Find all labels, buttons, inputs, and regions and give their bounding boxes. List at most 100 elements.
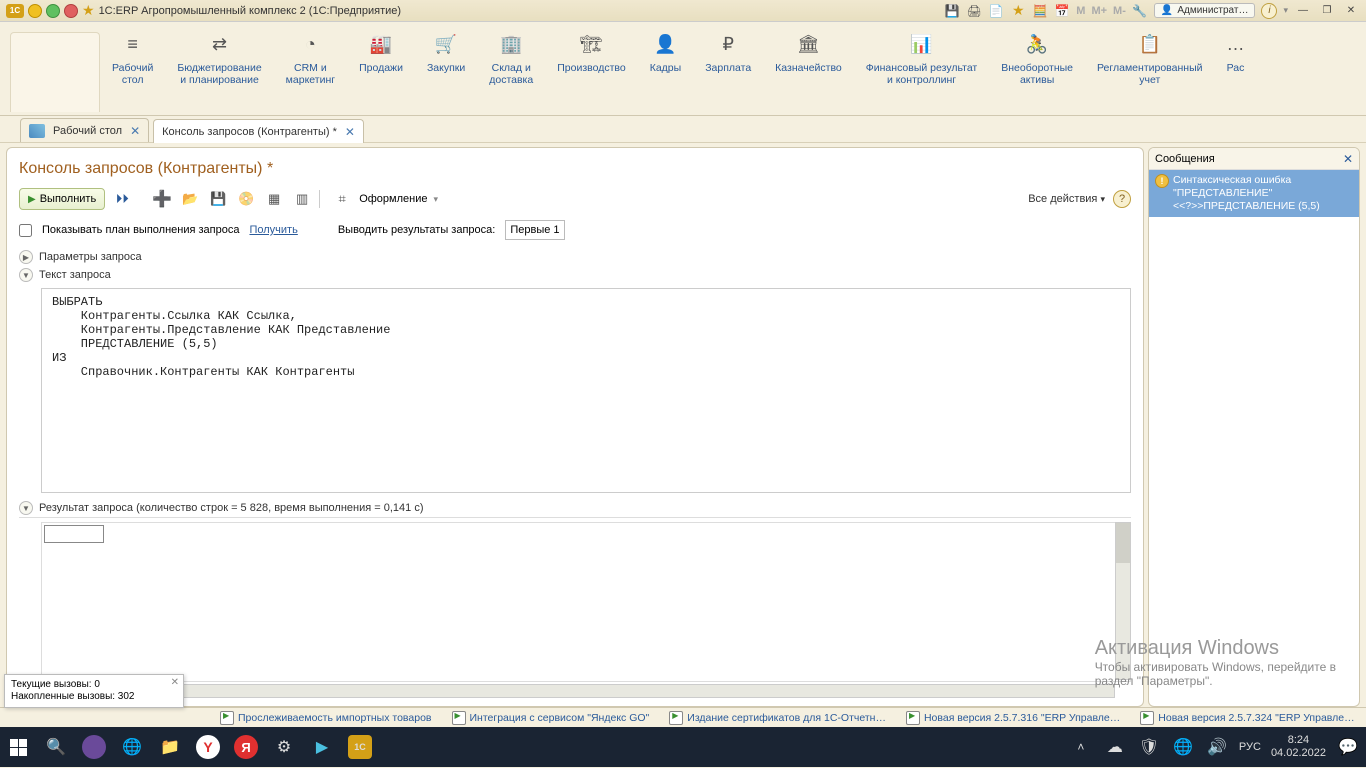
add-icon[interactable]: ➕ <box>151 188 173 210</box>
vertical-scrollbar[interactable] <box>1115 522 1131 680</box>
network-icon[interactable]: 🌐 <box>1171 735 1195 759</box>
explorer-icon[interactable]: 📁 <box>158 735 182 759</box>
calc-icon[interactable]: 🧮 <box>1032 3 1048 19</box>
minimize-icon[interactable]: — <box>1294 4 1312 18</box>
output-label: Выводить результаты запроса: <box>338 224 496 236</box>
table-icon[interactable]: ▦ <box>263 188 285 210</box>
menu-item-7[interactable]: 👤Кадры <box>638 32 693 115</box>
status-link-4[interactable]: Новая версия 2.5.7.324 "ERP Управле… <box>1140 711 1354 725</box>
status-link-1[interactable]: Интеграция с сервисом "Яндекс GO" <box>452 711 650 725</box>
menu-item-3[interactable]: 🏭Продажи <box>347 32 415 115</box>
menu-item-0[interactable]: ≡Рабочий стол <box>100 32 165 115</box>
messages-close-icon[interactable]: ✕ <box>1343 152 1353 166</box>
calls-tooltip: ✕ Текущие вызовы: 0 Накопленные вызовы: … <box>4 674 184 708</box>
notifications-icon[interactable]: 💬 <box>1336 735 1360 759</box>
query-text-input[interactable]: ВЫБРАТЬ Контрагенты.Ссылка КАК Ссылка, К… <box>41 288 1131 493</box>
grid-icon[interactable]: ▥ <box>291 188 313 210</box>
ya-icon[interactable]: Я <box>234 735 258 759</box>
security-icon[interactable]: 🛡 <box>1137 735 1161 759</box>
open-icon[interactable]: 📂 <box>179 188 201 210</box>
menu-label: Закупки <box>427 62 465 74</box>
menu-item-5[interactable]: 🏢Склад и доставка <box>477 32 545 115</box>
calendar-icon[interactable]: 📅 <box>1054 3 1070 19</box>
cloud-icon[interactable]: ☁ <box>1103 735 1127 759</box>
status-doc-icon <box>220 711 234 725</box>
m-btn-1[interactable]: M <box>1076 5 1085 17</box>
menu-item-11[interactable]: 🚴Внеоборотные активы <box>989 32 1085 115</box>
get-link[interactable]: Получить <box>249 224 297 236</box>
wrench-icon[interactable]: 🔧 <box>1132 3 1148 19</box>
menu-label: Регламентированный учет <box>1097 62 1202 86</box>
execute-button[interactable]: Выполнить <box>19 188 105 210</box>
menu-icon: ⇄ <box>212 32 227 56</box>
tab-desktop-close-icon[interactable]: ✕ <box>130 124 140 138</box>
tab-desktop[interactable]: Рабочий стол ✕ <box>20 118 149 142</box>
menu-item-6[interactable]: 🏗Производство <box>545 32 637 115</box>
movies-icon[interactable]: ▶ <box>310 735 334 759</box>
horizontal-scrollbar[interactable] <box>41 684 1115 698</box>
m-btn-3[interactable]: M- <box>1113 5 1126 17</box>
volume-icon[interactable]: 🔊 <box>1205 735 1229 759</box>
step-icon[interactable]: ⏵⏵ <box>111 188 133 210</box>
message-item[interactable]: ! Синтаксическая ошибка "ПРЕДСТАВЛЕНИЕ" … <box>1149 170 1359 217</box>
window-button-yellow[interactable] <box>28 4 42 18</box>
close-icon[interactable]: ✕ <box>1342 4 1360 18</box>
output-limit-input[interactable] <box>505 220 565 240</box>
status-doc-icon <box>669 711 683 725</box>
status-link-3[interactable]: Новая версия 2.5.7.316 "ERP Управле… <box>906 711 1120 725</box>
menu-item-9[interactable]: 🏛Казначейство <box>763 32 854 115</box>
clock[interactable]: 8:24 04.02.2022 <box>1271 734 1326 760</box>
status-link-2[interactable]: Издание сертификатов для 1С-Отчетн… <box>669 711 886 725</box>
tooltip-close-icon[interactable]: ✕ <box>171 677 179 689</box>
saveas-icon[interactable]: 📀 <box>235 188 257 210</box>
menu-item-10[interactable]: 📊Финансовый результат и контроллинг <box>854 32 989 115</box>
menu-item-12[interactable]: 📋Регламентированный учет <box>1085 32 1214 115</box>
window-button-green[interactable] <box>46 4 60 18</box>
result-section-toggle[interactable]: ▼ Результат запроса (количество строк = … <box>19 499 1131 517</box>
menu-icon: ₽ <box>722 32 733 56</box>
window-button-red[interactable] <box>64 4 78 18</box>
menu-item-2[interactable]: ◔CRM и маркетинг <box>274 32 347 115</box>
favorite-icon[interactable]: ★ <box>82 2 95 19</box>
tab-query-console[interactable]: Консоль запросов (Контрагенты) * ✕ <box>153 119 364 143</box>
save-query-icon[interactable]: 💾 <box>207 188 229 210</box>
1c-taskbar-icon[interactable]: 1C <box>348 735 372 759</box>
search-icon[interactable]: 🔍 <box>44 735 68 759</box>
m-btn-2[interactable]: M+ <box>1091 5 1107 17</box>
tray-up-icon[interactable]: ˄ <box>1069 735 1093 759</box>
star-icon[interactable]: ★ <box>1010 3 1026 19</box>
info-icon[interactable]: i <box>1261 3 1277 19</box>
tab-active-close-icon[interactable]: ✕ <box>345 125 355 139</box>
taskbar: 🔍 🌐 📁 Y Я ⚙ ▶ 1C ˄ ☁ 🛡 🌐 🔊 РУС 8:24 04.0… <box>0 727 1366 767</box>
maximize-icon[interactable]: ❐ <box>1318 4 1336 18</box>
titlebar: 1C ★ 1С:ERP Агропромышленный комплекс 2 … <box>0 0 1366 22</box>
user-button[interactable]: 👤 Администрат… <box>1154 3 1256 18</box>
all-actions-button[interactable]: Все действия ▾ <box>1028 193 1105 205</box>
show-plan-checkbox[interactable] <box>19 224 32 237</box>
format-label[interactable]: Оформление <box>359 193 427 205</box>
settings-icon[interactable]: ⚙ <box>272 735 296 759</box>
doc-icon[interactable]: 📄 <box>988 3 1004 19</box>
menu-item-4[interactable]: 🛒 Закупки <box>415 32 477 115</box>
edge-icon[interactable]: 🌐 <box>120 735 144 759</box>
menu-icon: 🛒 <box>435 32 457 56</box>
print-icon[interactable]: 🖨 <box>966 3 982 19</box>
help-icon[interactable]: ? <box>1113 190 1131 208</box>
tab-desktop-label: Рабочий стол <box>53 125 122 137</box>
menu-item-1[interactable]: ⇄Бюджетирование и планирование <box>165 32 273 115</box>
result-grid[interactable] <box>41 522 1131 682</box>
params-section-toggle[interactable]: ▶ Параметры запроса <box>19 248 1131 266</box>
result-cell[interactable] <box>44 525 104 543</box>
format-dropdown-icon[interactable]: ▾ <box>433 194 438 205</box>
status-link-0[interactable]: Прослеживаемость импортных товаров <box>220 711 432 725</box>
menu-item-13[interactable]: …Рас <box>1214 32 1256 115</box>
save-icon[interactable]: 💾 <box>944 3 960 19</box>
menu-item-8[interactable]: ₽Зарплата <box>693 32 763 115</box>
warning-icon: ! <box>1155 174 1169 188</box>
query-section-toggle[interactable]: ▼ Текст запроса <box>19 266 1131 284</box>
format-icon[interactable]: ⌗ <box>331 188 353 210</box>
start-button[interactable] <box>6 735 30 759</box>
language-indicator[interactable]: РУС <box>1239 741 1261 753</box>
yandex-icon[interactable]: Y <box>196 735 220 759</box>
browser1-icon[interactable] <box>82 735 106 759</box>
